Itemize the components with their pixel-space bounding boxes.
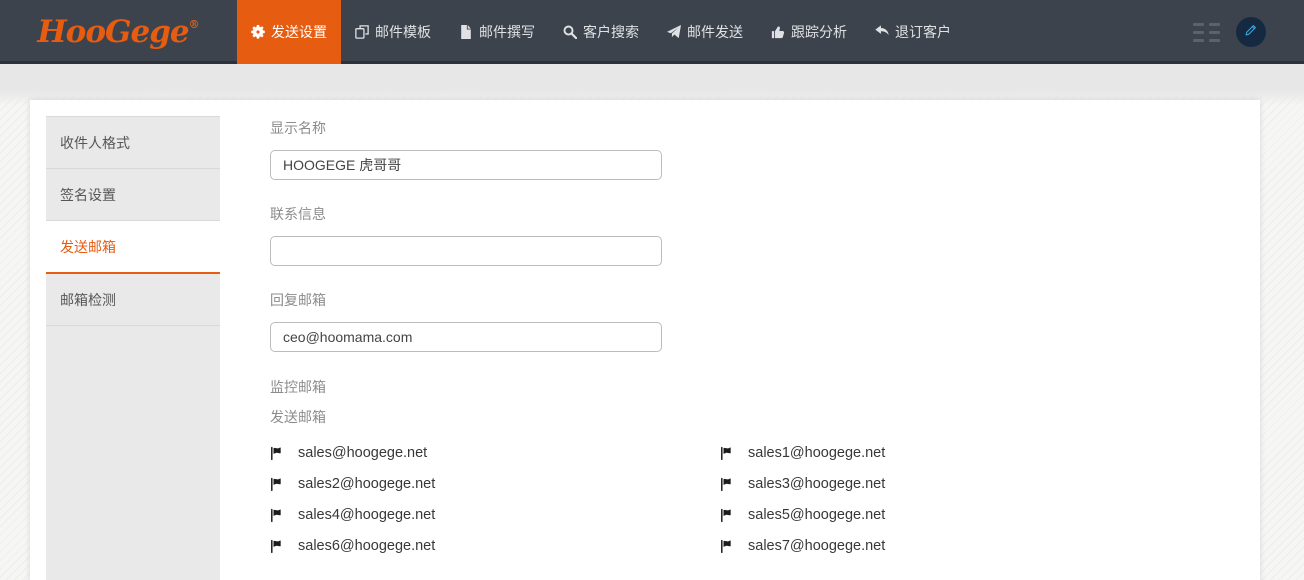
sender-email-item[interactable]: sales4@hoogege.net (270, 507, 720, 523)
search-icon (563, 25, 577, 39)
flag-icon (720, 477, 734, 492)
settings-sidebar: 收件人格式 签名设置 发送邮箱 邮箱检测 (46, 116, 220, 580)
sender-email-item[interactable]: sales6@hoogege.net (270, 538, 720, 554)
flag-icon (270, 508, 284, 523)
sidebar-item-send-mailbox[interactable]: 发送邮箱 (46, 221, 220, 274)
sender-email-text: sales7@hoogege.net (748, 538, 885, 554)
sender-email-text: sales4@hoogege.net (298, 507, 435, 523)
sender-email-text: sales@hoogege.net (298, 445, 427, 461)
copy-icon (355, 25, 369, 39)
main-nav: 发送设置 邮件模板 邮件撰写 客户搜索 邮件发送 (237, 0, 965, 64)
nav-item-mail-templates[interactable]: 邮件模板 (341, 0, 445, 64)
nav-item-label: 发送设置 (271, 22, 327, 42)
display-name-input[interactable] (270, 150, 662, 180)
sender-email-text: sales5@hoogege.net (748, 507, 885, 523)
sidebar-item-label: 签名设置 (60, 185, 116, 205)
sender-email-text: sales1@hoogege.net (748, 445, 885, 461)
sender-email-item[interactable]: sales7@hoogege.net (720, 538, 1170, 554)
reply-icon (875, 25, 889, 39)
user-avatar[interactable] (1236, 17, 1266, 47)
display-name-label: 显示名称 (270, 118, 1260, 138)
sender-email-text: sales2@hoogege.net (298, 476, 435, 492)
flag-icon (270, 539, 284, 554)
sidebar-item-signature-settings[interactable]: 签名设置 (46, 169, 220, 221)
flag-icon (720, 539, 734, 554)
sidebar-item-recipient-format[interactable]: 收件人格式 (46, 117, 220, 169)
nav-item-customer-search[interactable]: 客户搜索 (549, 0, 653, 64)
sidebar-item-label: 收件人格式 (60, 133, 130, 153)
sender-email-item[interactable]: sales1@hoogege.net (720, 445, 1170, 461)
nav-item-unsubscribe[interactable]: 退订客户 (861, 0, 965, 64)
contact-info-input[interactable] (270, 236, 662, 266)
send-email-label: 发送邮箱 (270, 407, 1260, 427)
nav-item-mail-send[interactable]: 邮件发送 (653, 0, 757, 64)
nav-item-label: 客户搜索 (583, 22, 639, 42)
nav-item-label: 退订客户 (895, 22, 951, 42)
flag-icon (720, 508, 734, 523)
flag-icon (270, 477, 284, 492)
sidebar-item-label: 发送邮箱 (60, 237, 116, 257)
registered-mark: ® (189, 18, 200, 31)
navbar-right (1193, 0, 1304, 64)
sender-email-item[interactable]: sales5@hoogege.net (720, 507, 1170, 523)
nav-item-label: 邮件发送 (687, 22, 743, 42)
settings-form: 显示名称 联系信息 回复邮箱 监控邮箱 发送邮箱 sales@hoogege.n… (270, 100, 1260, 554)
nav-item-tracking-analysis[interactable]: 跟踪分析 (757, 0, 861, 64)
monitor-email-label: 监控邮箱 (270, 377, 1260, 397)
content-card: 收件人格式 签名设置 发送邮箱 邮箱检测 显示名称 联系信息 回复邮箱 监控邮箱… (30, 100, 1260, 580)
sidebar-item-mailbox-check[interactable]: 邮箱检测 (46, 274, 220, 326)
pencil-icon (1243, 22, 1259, 43)
thumbs-up-icon (771, 25, 785, 39)
nav-item-label: 邮件模板 (375, 22, 431, 42)
contact-info-label: 联系信息 (270, 204, 1260, 224)
nav-item-label: 跟踪分析 (791, 22, 847, 42)
sender-email-item[interactable]: sales3@hoogege.net (720, 476, 1170, 492)
nav-item-mail-compose[interactable]: 邮件撰写 (445, 0, 549, 64)
sender-email-text: sales6@hoogege.net (298, 538, 435, 554)
sidebar-item-label: 邮箱检测 (60, 290, 116, 310)
sender-email-item[interactable]: sales2@hoogege.net (270, 476, 720, 492)
sender-email-text: sales3@hoogege.net (748, 476, 885, 492)
flag-icon (270, 446, 284, 461)
top-navbar: HooGege® 发送设置 邮件模板 邮件撰写 客户搜索 (0, 0, 1304, 64)
list-menu-icon[interactable] (1193, 23, 1220, 42)
reply-email-input[interactable] (270, 322, 662, 352)
nav-item-send-settings[interactable]: 发送设置 (237, 0, 341, 64)
logo[interactable]: HooGege® (0, 0, 237, 64)
flag-icon (720, 446, 734, 461)
sender-email-item[interactable]: sales@hoogege.net (270, 445, 720, 461)
send-icon (667, 25, 681, 39)
nav-item-label: 邮件撰写 (479, 22, 535, 42)
document-icon (459, 25, 473, 39)
gear-icon (251, 25, 265, 39)
logo-text: HooGege® (37, 17, 199, 48)
reply-email-label: 回复邮箱 (270, 290, 1260, 310)
sender-email-list: sales@hoogege.net sales1@hoogege.net sal… (270, 445, 1260, 554)
